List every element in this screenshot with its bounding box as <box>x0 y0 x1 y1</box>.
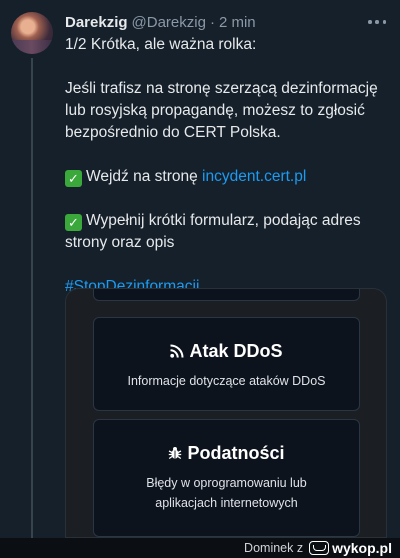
timestamp[interactable]: 2 min <box>219 14 256 31</box>
tweet-line-form: ✓ Wypełnij krótki formularz, podając adre… <box>65 212 361 251</box>
incydent-link[interactable]: incydent.cert.pl <box>202 168 306 185</box>
card-ddos: Atak DDoS Informacje dotyczące ataków DD… <box>93 317 360 411</box>
card-partial <box>93 289 360 301</box>
card-vulnerabilities-title: Podatności <box>187 443 285 463</box>
wykop-icon <box>309 541 330 555</box>
tweet-header: Darekzig @Darekzig · 2 min <box>65 12 388 32</box>
author-handle[interactable]: @Darekzig <box>132 14 206 31</box>
card-vulnerabilities-description: Błędy w oprogramowaniu lub aplikacjach i… <box>146 476 307 510</box>
separator: · <box>209 13 215 31</box>
tweet-line-intro: 1/2 Krótka, ale ważna rolka: <box>65 36 257 53</box>
tweet: Darekzig @Darekzig · 2 min 1/2 Krótka, a… <box>0 0 400 538</box>
check-mark-icon: ✓ <box>65 170 82 187</box>
bug-icon <box>169 447 182 460</box>
card-ddos-title: Atak DDoS <box>189 341 283 361</box>
wykop-site-name: wykop.pl <box>332 540 392 556</box>
more-options-icon[interactable] <box>368 14 386 30</box>
wykop-logo[interactable]: wykop.pl <box>307 540 392 556</box>
card-vulnerabilities: Podatności Błędy w oprogramowaniu lub ap… <box>93 419 360 537</box>
tweet-text: 1/2 Krótka, ale ważna rolka: Jeśli trafi… <box>65 34 390 298</box>
tweet-line-report: Jeśli trafisz na stronę szerzącą dezinfo… <box>65 80 378 141</box>
card-ddos-description: Informacje dotyczące ataków DDoS <box>127 374 326 388</box>
credit-text: Dominek z <box>244 541 304 555</box>
tweet-line-visit: ✓ Wejdź na stronę incydent.cert.pl <box>65 166 390 188</box>
media-attachment[interactable]: Atak DDoS Informacje dotyczące ataków DD… <box>65 288 387 538</box>
avatar[interactable] <box>11 12 53 54</box>
author-name[interactable]: Darekzig <box>65 14 128 31</box>
rss-icon <box>170 344 184 358</box>
footer-credit: Dominek z wykop.pl <box>0 538 400 558</box>
check-mark-icon: ✓ <box>65 214 82 231</box>
thread-line <box>31 58 33 538</box>
